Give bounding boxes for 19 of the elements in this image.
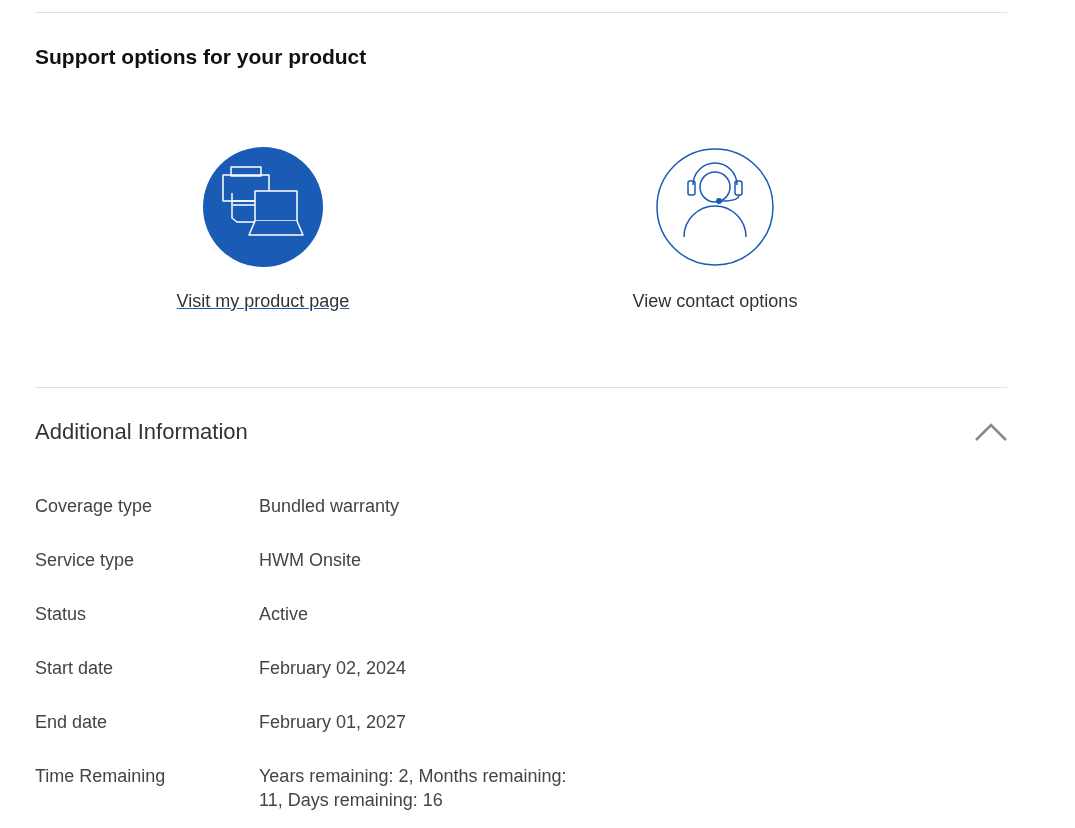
info-label: Status bbox=[35, 603, 88, 626]
info-label: Time Remaining bbox=[35, 765, 167, 788]
info-value: February 01, 2027 bbox=[259, 711, 408, 734]
contact-options-link[interactable]: View contact options bbox=[632, 289, 798, 313]
info-label: Start date bbox=[35, 657, 115, 680]
info-value: Bundled warranty bbox=[259, 495, 401, 518]
headset-person-icon[interactable] bbox=[655, 147, 775, 267]
info-value: February 02, 2024 bbox=[259, 657, 408, 680]
section-heading: Support options for your product bbox=[35, 44, 368, 70]
chevron-up-icon[interactable] bbox=[975, 423, 1007, 441]
info-label: Service type bbox=[35, 549, 136, 572]
info-label: End date bbox=[35, 711, 109, 734]
info-label: Coverage type bbox=[35, 495, 154, 518]
product-page-link[interactable]: Visit my product page bbox=[176, 289, 350, 313]
info-value: Active bbox=[259, 603, 310, 626]
info-value: Years remaining: 2, Months remaining: 11, Days remaining: 16 bbox=[259, 765, 568, 812]
printer-laptop-icon[interactable] bbox=[203, 147, 323, 267]
accordion-title: Additional Information bbox=[35, 418, 248, 446]
info-value: HWM Onsite bbox=[259, 549, 362, 572]
